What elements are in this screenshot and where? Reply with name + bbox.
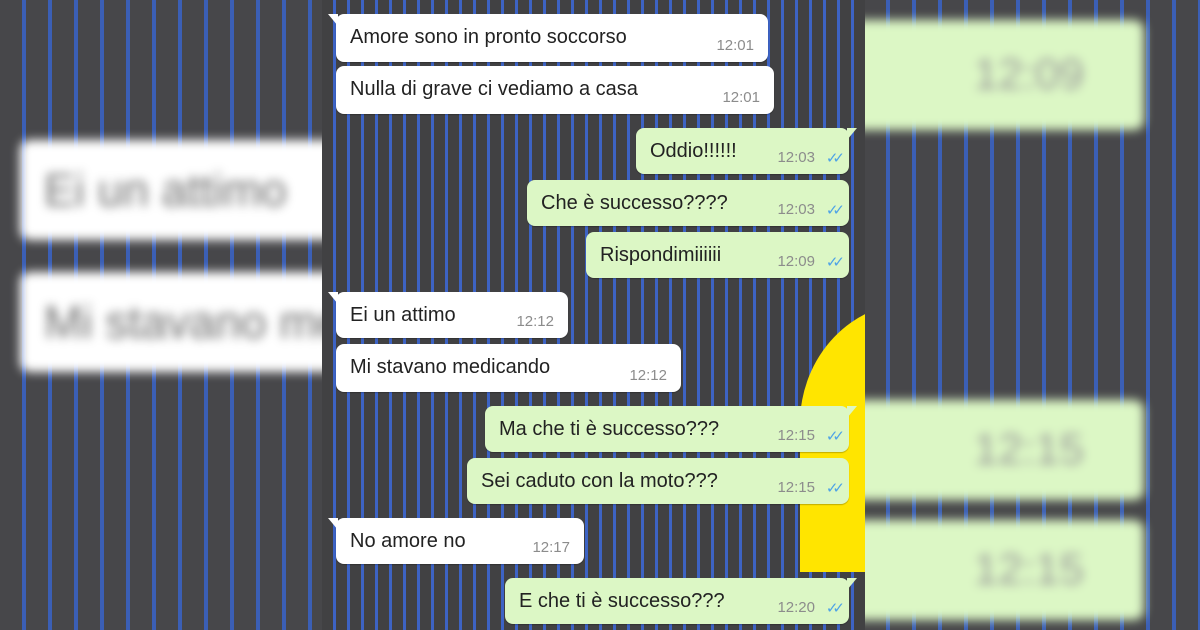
blurred-bubble-text: Mi stavano medicando <box>44 296 336 348</box>
blurred-bubble: Ei un attimo <box>20 140 336 240</box>
bubble-tail <box>847 406 857 418</box>
message-time: 12:12 <box>516 313 554 330</box>
message-text: Ma che ti è successo??? <box>499 418 720 440</box>
message-outgoing[interactable]: Oddio!!!!!! 12:03 ✓✓ <box>636 128 857 174</box>
message-outgoing[interactable]: Sei caduto con la moto??? 12:15 ✓✓ <box>467 458 849 504</box>
message-outgoing[interactable]: Che è successo???? 12:03 ✓✓ <box>527 180 849 226</box>
blurred-bubble-time: 12:15 <box>973 545 1084 594</box>
message-outgoing[interactable]: Ma che ti è successo??? 12:15 ✓✓ <box>485 406 857 452</box>
message-time: 12:09 <box>777 253 815 270</box>
message-text: Nulla di grave ci vediamo a casa <box>350 78 638 100</box>
message-incoming[interactable]: No amore no 12:17 <box>328 518 584 564</box>
message-time: 12:15 <box>777 479 815 496</box>
bubble-tail <box>328 292 338 304</box>
message-text: Ei un attimo <box>350 304 456 326</box>
blurred-bubble-time: 12:15 <box>973 425 1084 474</box>
message-time: 12:20 <box>777 599 815 616</box>
double-check-icon: ✓✓ <box>825 254 845 271</box>
blurred-bubble-text: Ei un attimo <box>44 164 287 216</box>
message-text: Oddio!!!!!! <box>650 140 737 162</box>
message-text: Sei caduto con la moto??? <box>481 470 718 492</box>
message-time: 12:01 <box>722 89 760 106</box>
double-check-icon: ✓✓ <box>825 480 845 497</box>
double-check-icon: ✓✓ <box>825 600 845 617</box>
message-incoming[interactable]: Amore sono in pronto soccorso 12:01 <box>328 14 768 62</box>
message-time: 12:01 <box>716 37 754 54</box>
message-incoming[interactable]: Mi stavano medicando 12:12 <box>336 344 681 392</box>
message-outgoing[interactable]: E che ti è successo??? 12:20 ✓✓ <box>505 578 857 624</box>
blurred-bubble: 12:09 <box>864 20 1144 130</box>
message-time: 12:17 <box>532 539 570 556</box>
message-text: E che ti è successo??? <box>519 590 725 612</box>
bubble-tail <box>328 518 338 530</box>
message-text: Che è successo???? <box>541 192 728 214</box>
message-time: 12:12 <box>629 367 667 384</box>
blurred-bubble-time: 12:09 <box>973 50 1084 99</box>
blurred-background-left: Ei un attimo Mi stavano medicando <box>0 0 336 630</box>
message-outgoing[interactable]: Rispondimiiiiii 12:09 ✓✓ <box>586 232 849 278</box>
message-time: 12:15 <box>777 427 815 444</box>
double-check-icon: ✓✓ <box>825 150 845 167</box>
message-text: Rispondimiiiiii <box>600 244 722 266</box>
blurred-background-right: 12:09 12:15 12:15 <box>864 0 1200 630</box>
message-incoming[interactable]: Nulla di grave ci vediamo a casa 12:01 <box>336 66 774 114</box>
bubble-tail <box>847 578 857 590</box>
bubble-tail <box>847 128 857 140</box>
message-incoming[interactable]: Ei un attimo 12:12 <box>328 292 568 338</box>
bubble-tail <box>328 14 338 26</box>
blurred-bubble: Mi stavano medicando <box>20 272 336 372</box>
blurred-bubble: 12:15 <box>864 520 1144 620</box>
message-text: Amore sono in pronto soccorso <box>350 26 627 48</box>
message-text: Mi stavano medicando <box>350 356 551 378</box>
message-text: No amore no <box>350 530 466 552</box>
double-check-icon: ✓✓ <box>825 202 845 219</box>
chat-conversation[interactable]: Amore sono in pronto soccorso 12:01 Null… <box>322 0 865 630</box>
message-time: 12:03 <box>777 201 815 218</box>
message-time: 12:03 <box>777 149 815 166</box>
blurred-bubble: 12:15 <box>864 400 1144 500</box>
double-check-icon: ✓✓ <box>825 428 845 445</box>
